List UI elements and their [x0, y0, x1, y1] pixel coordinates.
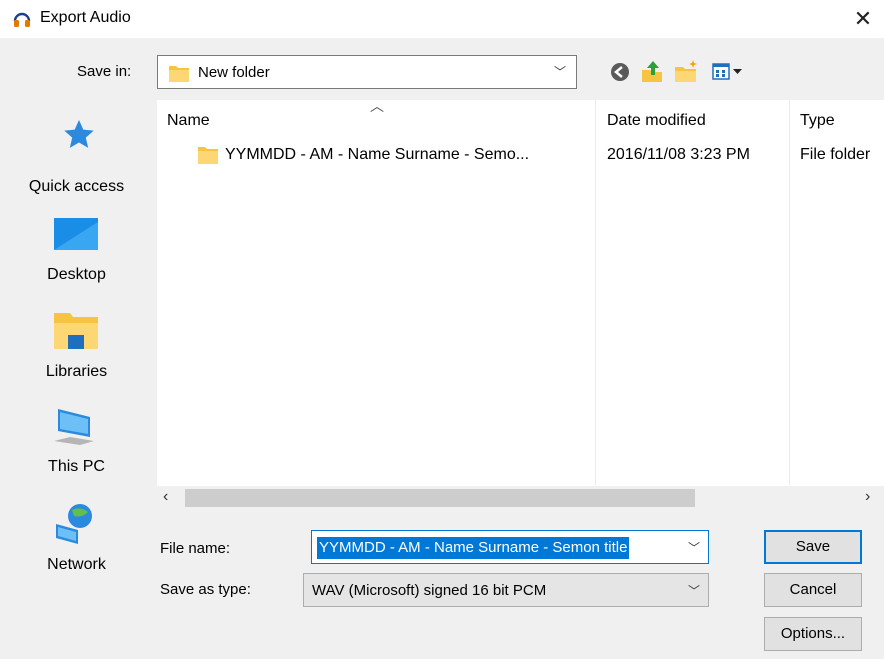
place-label: Network — [47, 556, 106, 573]
close-button[interactable]: ✕ — [846, 4, 880, 34]
save-in-dropdown[interactable]: New folder ﹀ — [157, 55, 577, 89]
place-label: Libraries — [45, 363, 108, 380]
options-button[interactable]: Options... — [764, 617, 862, 651]
network-icon — [56, 504, 92, 544]
cancel-button[interactable]: Cancel — [764, 573, 862, 607]
column-header-name[interactable]: Name — [167, 112, 210, 130]
computer-icon — [54, 409, 94, 445]
view-menu-icon[interactable] — [710, 58, 750, 86]
file-name-value: YYMMDD - AM - Name Surname - Semon title — [317, 537, 630, 559]
file-name-cell: YYMMDD - AM - Name Surname - Semo... — [225, 146, 530, 163]
place-desktop[interactable]: Desktop — [12, 208, 141, 298]
column-header-type[interactable]: Type — [800, 112, 835, 130]
up-folder-icon[interactable] — [638, 58, 666, 86]
desktop-icon — [54, 218, 98, 250]
type-cell: File folder — [800, 146, 871, 163]
scrollbar-thumb[interactable] — [185, 489, 695, 507]
chevron-down-icon: ﹀ — [553, 65, 566, 79]
folder-icon — [169, 66, 189, 82]
new-folder-icon[interactable] — [672, 58, 700, 86]
place-this-pc[interactable]: This PC — [12, 403, 141, 493]
place-label: This PC — [48, 458, 105, 475]
save-button[interactable]: Save — [764, 530, 862, 564]
scroll-left-icon[interactable]: ‹ — [163, 488, 168, 506]
file-name-field[interactable]: YYMMDD - AM - Name Surname - Semon title… — [311, 530, 709, 564]
save-as-type-value: WAV (Microsoft) signed 16 bit PCM — [312, 582, 547, 599]
window-title: Export Audio — [40, 9, 131, 26]
save-as-type-dropdown[interactable]: WAV (Microsoft) signed 16 bit PCM ﹀ — [303, 573, 709, 607]
file-name-label: File name: — [160, 540, 231, 557]
horizontal-scrollbar[interactable]: ‹ › — [157, 486, 884, 510]
save-in-value: New folder — [198, 64, 270, 81]
place-label: Desktop — [47, 266, 106, 283]
title-bar: Export Audio ✕ — [0, 0, 884, 38]
list-item[interactable]: YYMMDD - AM - Name Surname - Semo... 201… — [157, 140, 884, 170]
file-list[interactable]: ︿ Name Date modified Type YYMMDD - AM - … — [157, 98, 884, 510]
scroll-right-icon[interactable]: › — [865, 488, 870, 506]
column-header-date-modified[interactable]: Date modified — [607, 112, 706, 130]
place-label: Quick access — [28, 178, 125, 195]
place-quick-access[interactable]: Quick access — [12, 108, 141, 198]
star-icon — [64, 120, 94, 148]
folder-icon — [198, 147, 218, 164]
headphones-icon — [13, 12, 31, 27]
place-network[interactable]: Network — [12, 500, 141, 590]
places-bar: Quick access Desktop Libraries This PC N… — [12, 100, 141, 595]
place-libraries[interactable]: Libraries — [12, 305, 141, 395]
save-as-type-label: Save as type: — [160, 581, 251, 598]
chevron-down-icon: ﹀ — [687, 584, 700, 598]
libraries-icon — [54, 313, 98, 349]
back-icon[interactable] — [606, 58, 634, 86]
close-icon: ✕ — [853, 6, 873, 31]
date-modified-cell: 2016/11/08 3:23 PM — [607, 146, 750, 163]
sort-ascending-icon: ︿ — [370, 98, 384, 114]
chevron-down-icon[interactable]: ﹀ — [688, 539, 700, 556]
save-in-label: Save in: — [77, 63, 132, 80]
